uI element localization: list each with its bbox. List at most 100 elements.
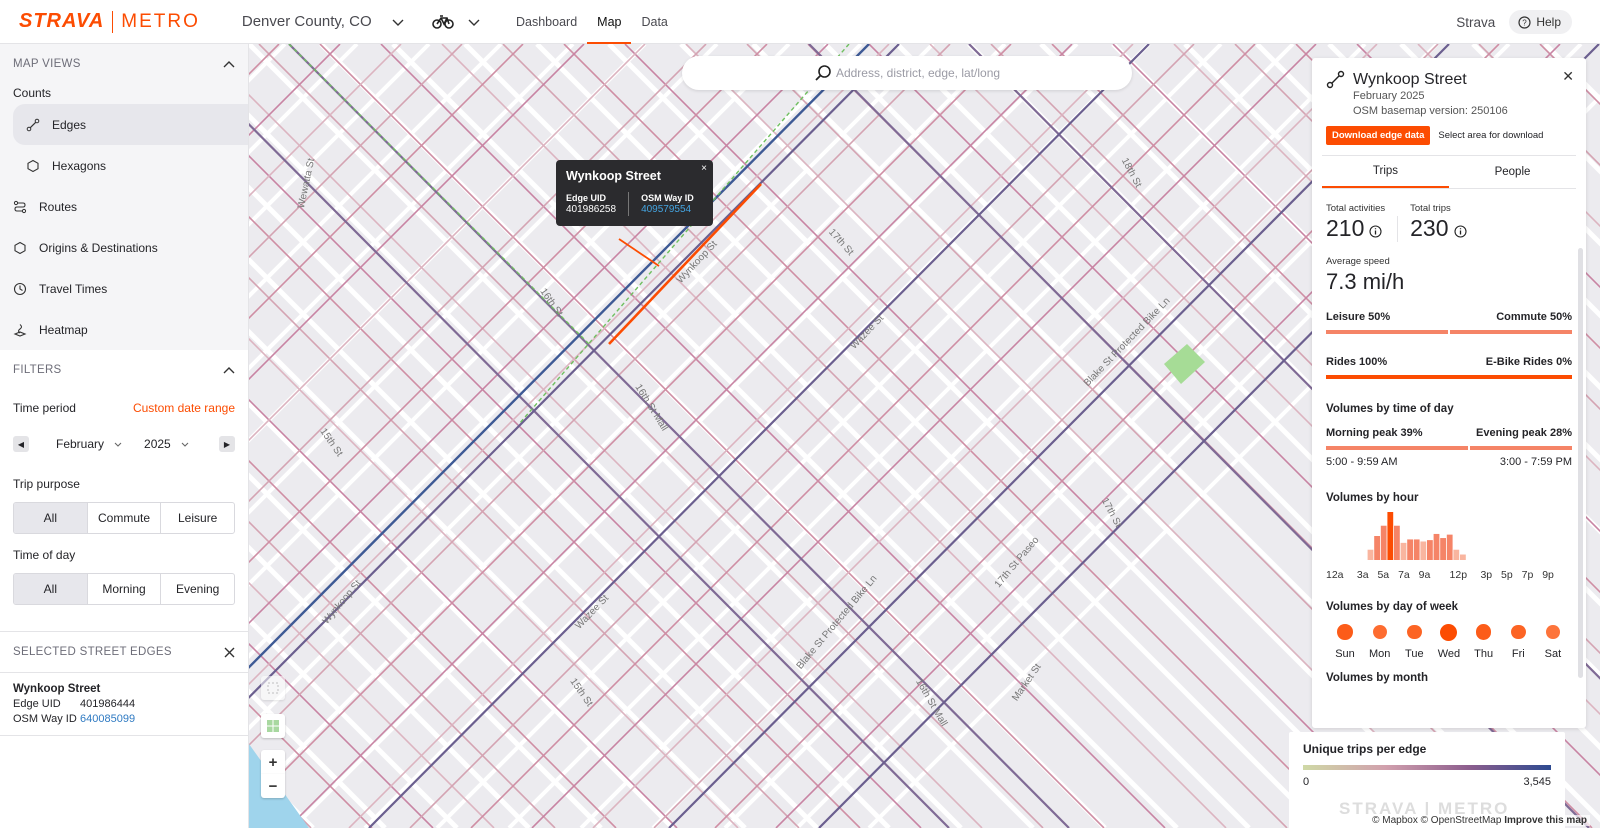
hour-bar[interactable] (1407, 539, 1413, 560)
tab-people[interactable]: People (1449, 156, 1576, 188)
dow-item[interactable]: Mon (1365, 623, 1395, 660)
view-origins-destinations[interactable]: Origins & Destinations (0, 227, 248, 268)
hour-bar[interactable] (1453, 549, 1460, 560)
dow-dot-box (1372, 623, 1387, 641)
peak-segment-evening (1470, 446, 1572, 450)
evening-peak-time: 3:00 - 7:59 PM (1499, 456, 1572, 468)
chevron-down-icon[interactable] (466, 14, 482, 30)
dow-item[interactable]: Sat (1538, 623, 1568, 660)
dow-item[interactable]: Tue (1399, 623, 1429, 660)
dow-item[interactable]: Fri (1503, 623, 1533, 660)
chevron-up-icon[interactable] (223, 366, 235, 374)
attribution-mapbox[interactable]: © Mapbox (1372, 815, 1418, 826)
tooltip-close-button[interactable]: × (701, 163, 707, 174)
improve-map-link[interactable]: Improve this map (1504, 815, 1587, 826)
nav-data[interactable]: Data (631, 0, 677, 44)
view-edges[interactable]: Edges (13, 104, 248, 145)
tooltip-edge-uid: Edge UID 401986258 (566, 192, 616, 216)
view-routes[interactable]: Routes (0, 186, 248, 227)
tooltip-title: Wynkoop Street (566, 169, 661, 183)
osm-way-link[interactable]: 640085099 (80, 712, 135, 727)
edge-tooltip: × Wynkoop Street Edge UID 401986258 OSM … (556, 160, 713, 226)
select-area-button[interactable]: Select area for download (1438, 130, 1543, 141)
zoom-in-button[interactable]: + (261, 750, 285, 774)
time-of-day-evening[interactable]: Evening (161, 574, 234, 604)
edge-details-panel: ✕ Wynkoop Street February 2025 OSM basem… (1312, 58, 1586, 728)
selected-edge-uid-row: Edge UID 401986444 (13, 697, 235, 712)
street-label: Blake St Protected Bike Ln (795, 573, 880, 671)
hour-bar[interactable] (1440, 538, 1446, 560)
month-select[interactable]: February (56, 437, 124, 451)
custom-date-range-link[interactable]: Custom date range (133, 390, 235, 426)
trip-purpose-leisure[interactable]: Leisure (161, 503, 234, 533)
tab-trips[interactable]: Trips (1322, 156, 1449, 188)
chevron-up-icon[interactable] (223, 60, 235, 68)
nav-dashboard[interactable]: Dashboard (506, 0, 587, 44)
hour-bar[interactable] (1400, 542, 1407, 560)
hour-bar[interactable] (1460, 554, 1466, 560)
panel-close-button[interactable]: ✕ (1562, 68, 1574, 85)
hour-bar[interactable] (1420, 541, 1427, 560)
peak-labels: Morning peak 39% Evening peak 28% (1326, 427, 1572, 439)
time-of-day-toggle: All Morning Evening (13, 573, 235, 605)
selected-edge-item[interactable]: Wynkoop Street Edge UID 401986444 OSM Wa… (0, 672, 248, 736)
selected-edges-section: SELECTED STREET EDGES Wynkoop Street Edg… (0, 631, 248, 736)
tooltip-osm-link[interactable]: 409579554 (641, 204, 694, 216)
map-views-header[interactable]: MAP VIEWS (0, 44, 248, 84)
hour-bar[interactable] (1387, 512, 1394, 560)
year-select[interactable]: 2025 (144, 437, 191, 451)
draw-selection-button[interactable] (261, 676, 285, 700)
hour-bar[interactable] (1433, 533, 1440, 560)
time-of-day-morning[interactable]: Morning (88, 574, 162, 604)
view-travel-times[interactable]: Travel Times (0, 268, 248, 309)
kpi-total-activities: Total activities 210 (1326, 203, 1385, 242)
filters-header[interactable]: FILTERS (0, 350, 248, 390)
hour-bar[interactable] (1413, 539, 1420, 560)
hour-tick-label: 9a (1418, 569, 1431, 581)
attribution-osm[interactable]: © OpenStreetMap (1421, 815, 1502, 826)
nav-map[interactable]: Map (587, 0, 632, 44)
next-month-button[interactable]: ▶ (219, 436, 235, 452)
view-hexagons[interactable]: Hexagons (0, 145, 248, 186)
legend-min: 0 (1303, 776, 1310, 788)
dow-item[interactable]: Sun (1330, 623, 1360, 660)
hour-tick-label: 3a (1356, 569, 1369, 581)
info-icon[interactable] (1453, 225, 1467, 238)
purpose-split-labels: Leisure 50% Commute 50% (1326, 311, 1572, 323)
zoom-out-button[interactable]: − (261, 774, 285, 798)
hour-bar[interactable] (1374, 536, 1380, 560)
trip-purpose-toggle: All Commute Leisure (13, 502, 235, 534)
download-edge-data-button[interactable]: Download edge data (1326, 126, 1431, 145)
map-search-input[interactable]: Address, district, edge, lat/long (682, 56, 1132, 90)
layer-style-button[interactable] (261, 714, 285, 738)
time-of-day-all[interactable]: All (14, 574, 88, 604)
chevron-down-icon[interactable] (390, 14, 406, 30)
region-selector[interactable]: Denver County, CO (242, 13, 372, 30)
view-heatmap[interactable]: Heatmap (0, 309, 248, 350)
info-icon[interactable] (1369, 225, 1382, 238)
trip-purpose-all[interactable]: All (14, 503, 88, 533)
edge-uid-label: Edge UID (13, 698, 61, 710)
time-of-day-text: Time of day (13, 548, 76, 562)
help-icon: ? (1518, 15, 1531, 29)
hour-bar[interactable] (1367, 549, 1374, 560)
bike-icon[interactable] (431, 14, 454, 30)
strava-link[interactable]: Strava (1456, 15, 1495, 30)
hour-bar[interactable] (1446, 534, 1453, 560)
dow-item[interactable]: Wed (1434, 623, 1464, 660)
dow-dot (1372, 624, 1387, 640)
panel-scrollbar[interactable] (1578, 248, 1583, 678)
ride-type-bar (1326, 375, 1572, 379)
hour-bar[interactable] (1427, 540, 1433, 560)
osm-way-label: OSM Way ID (13, 713, 77, 725)
hour-bar[interactable] (1394, 525, 1400, 560)
strava-metro-logo[interactable]: STRAVA METRO (19, 10, 200, 33)
trip-purpose-commute[interactable]: Commute (88, 503, 162, 533)
hour-axis-labels: 12a 3a 5a 7a 9a 12p 3p 5p 7p 9p (1326, 569, 1572, 583)
help-button[interactable]: ? Help (1509, 10, 1572, 34)
hour-bar[interactable] (1380, 525, 1387, 560)
dow-item[interactable]: Thu (1469, 623, 1499, 660)
close-icon[interactable] (224, 647, 235, 658)
prev-month-button[interactable]: ◀ (13, 436, 29, 452)
heatmap-icon (13, 323, 27, 337)
